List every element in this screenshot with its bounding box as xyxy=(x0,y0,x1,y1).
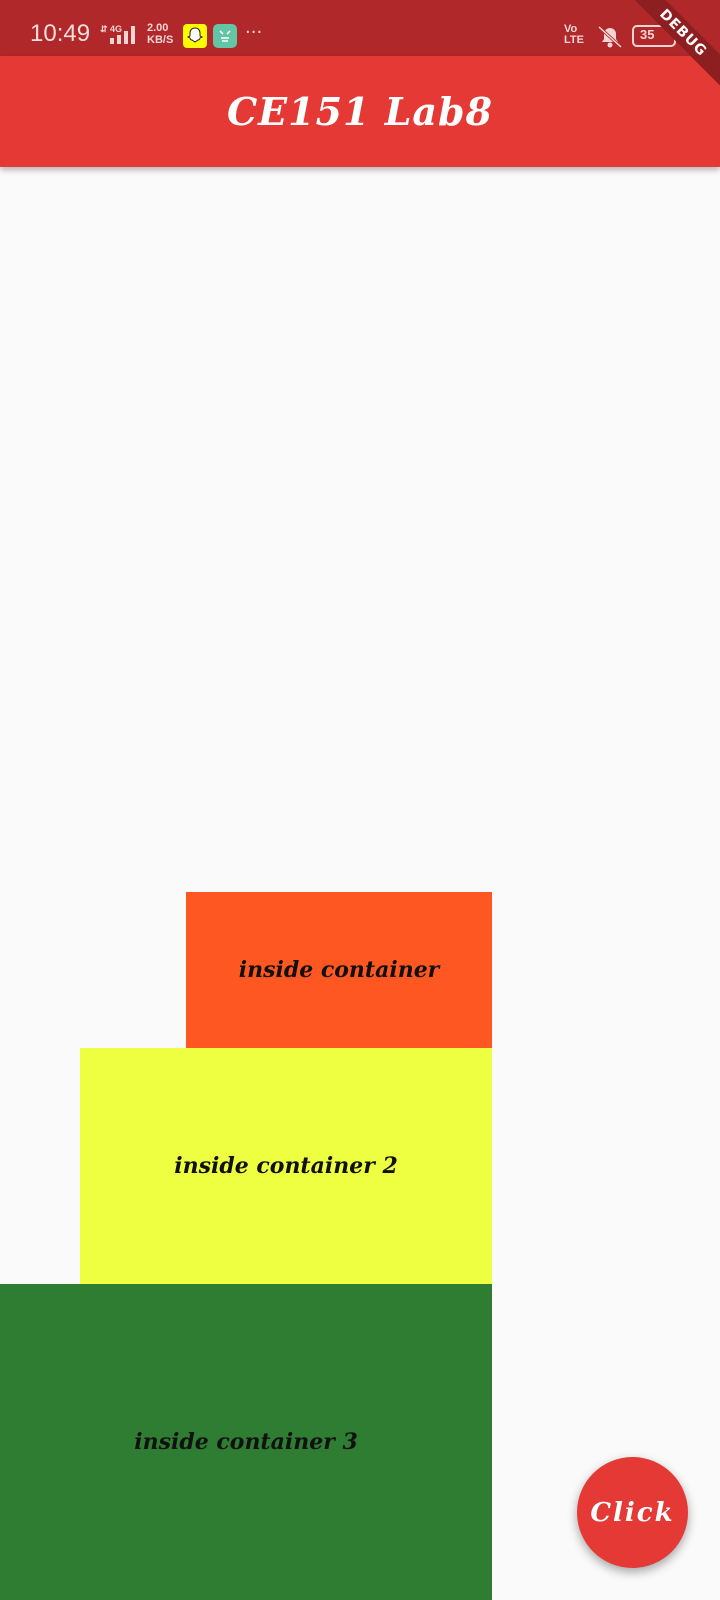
network-speed: 2.00 KB/S xyxy=(147,22,173,46)
container-2: inside container 2 xyxy=(80,1048,492,1284)
speed-value: 2.00 xyxy=(147,22,169,34)
snapchat-icon xyxy=(183,24,207,48)
page-title: CE151 Lab8 xyxy=(226,89,494,134)
more-icon: ··· xyxy=(245,22,263,43)
click-fab-button[interactable]: Click xyxy=(577,1457,688,1568)
container-2-label: inside container 2 xyxy=(174,1153,398,1179)
container-1-label: inside container xyxy=(238,957,440,983)
signal-icon: ⇵ 4G xyxy=(100,24,135,44)
svg-text:⇵: ⇵ xyxy=(100,24,108,34)
battery-level: 35 xyxy=(640,27,655,42)
container-1: inside container xyxy=(186,892,492,1048)
app-bar: CE151 Lab8 xyxy=(0,56,720,167)
app-icon xyxy=(213,24,237,48)
speed-unit: KB/S xyxy=(147,34,174,46)
network-type: 4G xyxy=(110,24,122,34)
container-3: inside container 3 xyxy=(0,1284,492,1600)
status-time: 10:49 xyxy=(30,20,91,47)
volte-icon: Vo LTE xyxy=(564,23,584,46)
status-bar: 10:49 ⇵ 4G 2.00 KB/S ··· Vo LTE 35 xyxy=(0,0,720,56)
mute-icon xyxy=(597,25,623,49)
container-3-label: inside container 3 xyxy=(134,1429,358,1455)
